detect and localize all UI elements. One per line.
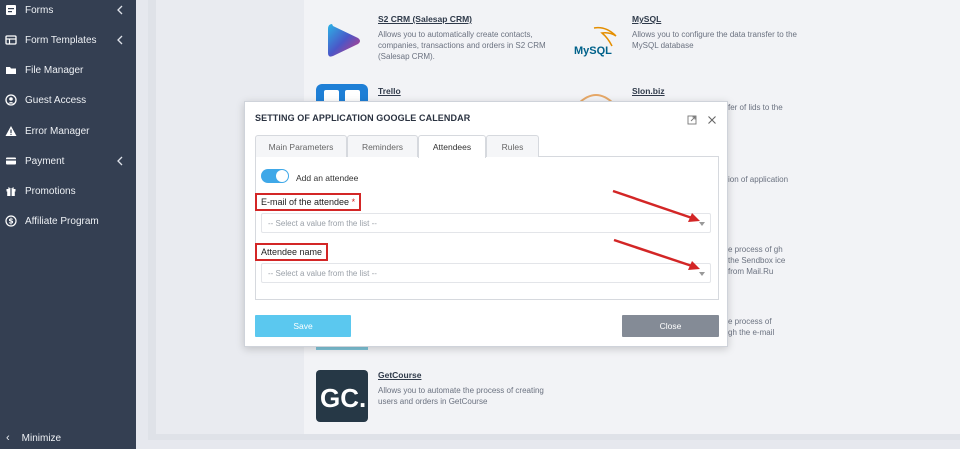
form-icon (4, 3, 18, 17)
sidebar-item-label: Form Templates (25, 34, 97, 46)
integration-title[interactable]: Slon.biz (632, 86, 665, 97)
save-button[interactable]: Save (255, 315, 351, 337)
sidebar-item-label: Guest Access (25, 94, 87, 106)
chevron-left-icon (117, 156, 123, 166)
chevron-down-icon (699, 222, 705, 226)
folder-icon (4, 63, 18, 77)
add-attendee-toggle[interactable] (261, 169, 289, 183)
getcourse-logo: GC. (316, 370, 368, 422)
tab-rules[interactable]: Rules (486, 135, 539, 157)
card-icon (4, 154, 18, 168)
integration-title[interactable]: S2 CRM (Salesap CRM) (378, 14, 548, 25)
tab-reminders[interactable]: Reminders (347, 135, 418, 157)
email-field-label: E-mail of the attendee * (255, 193, 362, 211)
name-label-text: Attendee name (261, 247, 323, 257)
integration-card-mysql[interactable]: MySQL MySQL Allows you to configure the … (570, 12, 810, 72)
settings-modal: SETTING OF APPLICATION GOOGLE CALENDAR M… (244, 101, 728, 347)
sidebar-item-error-manager[interactable]: Error Manager (0, 116, 136, 146)
user-circle-icon (4, 93, 18, 107)
integration-title[interactable]: MySQL (632, 14, 807, 25)
sidebar-item-forms[interactable]: Forms (0, 0, 136, 25)
mysql-logo-text: MySQL (574, 45, 612, 57)
sidebar-item-affiliate-program[interactable]: $ Affiliate Program (0, 206, 136, 236)
modal-controls (687, 112, 717, 125)
gift-icon (4, 184, 18, 198)
integration-description: Allows you to configure the data transfe… (632, 30, 797, 50)
getcourse-logo-text: GC. (320, 383, 366, 413)
toggle-knob (276, 170, 288, 182)
template-icon (4, 33, 18, 47)
expand-icon[interactable] (687, 112, 697, 125)
sidebar-item-promotions[interactable]: Promotions (0, 176, 136, 206)
integration-title[interactable]: GetCourse (378, 370, 554, 381)
chevron-left-icon (117, 35, 123, 45)
email-select[interactable]: -- Select a value from the list -- (261, 213, 711, 233)
integration-title[interactable]: Trello (378, 86, 401, 97)
modal-title: SETTING OF APPLICATION GOOGLE CALENDAR (255, 113, 471, 123)
chevron-left-icon: ‹ (6, 432, 10, 444)
sidebar-item-label: File Manager (25, 64, 84, 76)
sidebar-item-label: Affiliate Program (25, 215, 99, 227)
email-select-placeholder: -- Select a value from the list -- (268, 218, 377, 228)
tab-attendees[interactable]: Attendees (418, 135, 486, 158)
warning-icon (4, 124, 18, 138)
close-icon[interactable] (707, 112, 717, 124)
integration-card-getcourse[interactable]: GC. GetCourse Allows you to automate the… (316, 368, 556, 424)
name-select-placeholder: -- Select a value from the list -- (268, 268, 377, 278)
close-button[interactable]: Close (622, 315, 719, 337)
add-attendee-label: Add an attendee (296, 173, 359, 183)
sidebar-item-label: Error Manager (25, 125, 90, 137)
s2crm-logo (322, 20, 364, 62)
name-select[interactable]: -- Select a value from the list -- (261, 263, 711, 283)
chevron-left-icon (117, 5, 123, 15)
tab-bar: Main Parameters Reminders Attendees Rule… (255, 135, 719, 158)
sidebar: Forms Form Templates File Manager Guest … (0, 0, 136, 449)
integration-description-fragment: e process of gh the e-mail (728, 317, 775, 337)
email-label-text: E-mail of the attendee (261, 197, 350, 207)
sidebar-item-label: Payment (25, 155, 65, 167)
tab-main-parameters[interactable]: Main Parameters (255, 135, 347, 157)
chevron-down-icon (699, 272, 705, 276)
name-field-label: Attendee name (255, 243, 329, 261)
minimize-button[interactable]: ‹ Minimize (0, 428, 136, 448)
integration-description: Allows you to automatically create conta… (378, 30, 546, 61)
dollar-icon: $ (4, 214, 18, 228)
integration-card-s2crm[interactable]: S2 CRM (Salesap CRM) Allows you to autom… (316, 12, 546, 72)
integration-description-fragment: e process of gh the Sendbox ice from Mai… (728, 245, 786, 276)
svg-text:$: $ (8, 217, 13, 226)
sidebar-item-label: Forms (25, 4, 54, 16)
required-mark: * (351, 197, 356, 207)
integration-description-fragment: fer of lids to the (728, 103, 783, 112)
sidebar-item-label: Promotions (25, 185, 76, 197)
sidebar-item-file-manager[interactable]: File Manager (0, 55, 136, 85)
integration-description: Allows you to automate the process of cr… (378, 386, 544, 406)
sidebar-item-form-templates[interactable]: Form Templates (0, 25, 136, 55)
sidebar-item-guest-access[interactable]: Guest Access (0, 85, 136, 115)
sidebar-item-payment[interactable]: Payment (0, 146, 136, 176)
integration-description-fragment: ion of application (728, 175, 789, 184)
minimize-label: Minimize (21, 432, 62, 444)
mysql-logo: MySQL (572, 24, 624, 60)
